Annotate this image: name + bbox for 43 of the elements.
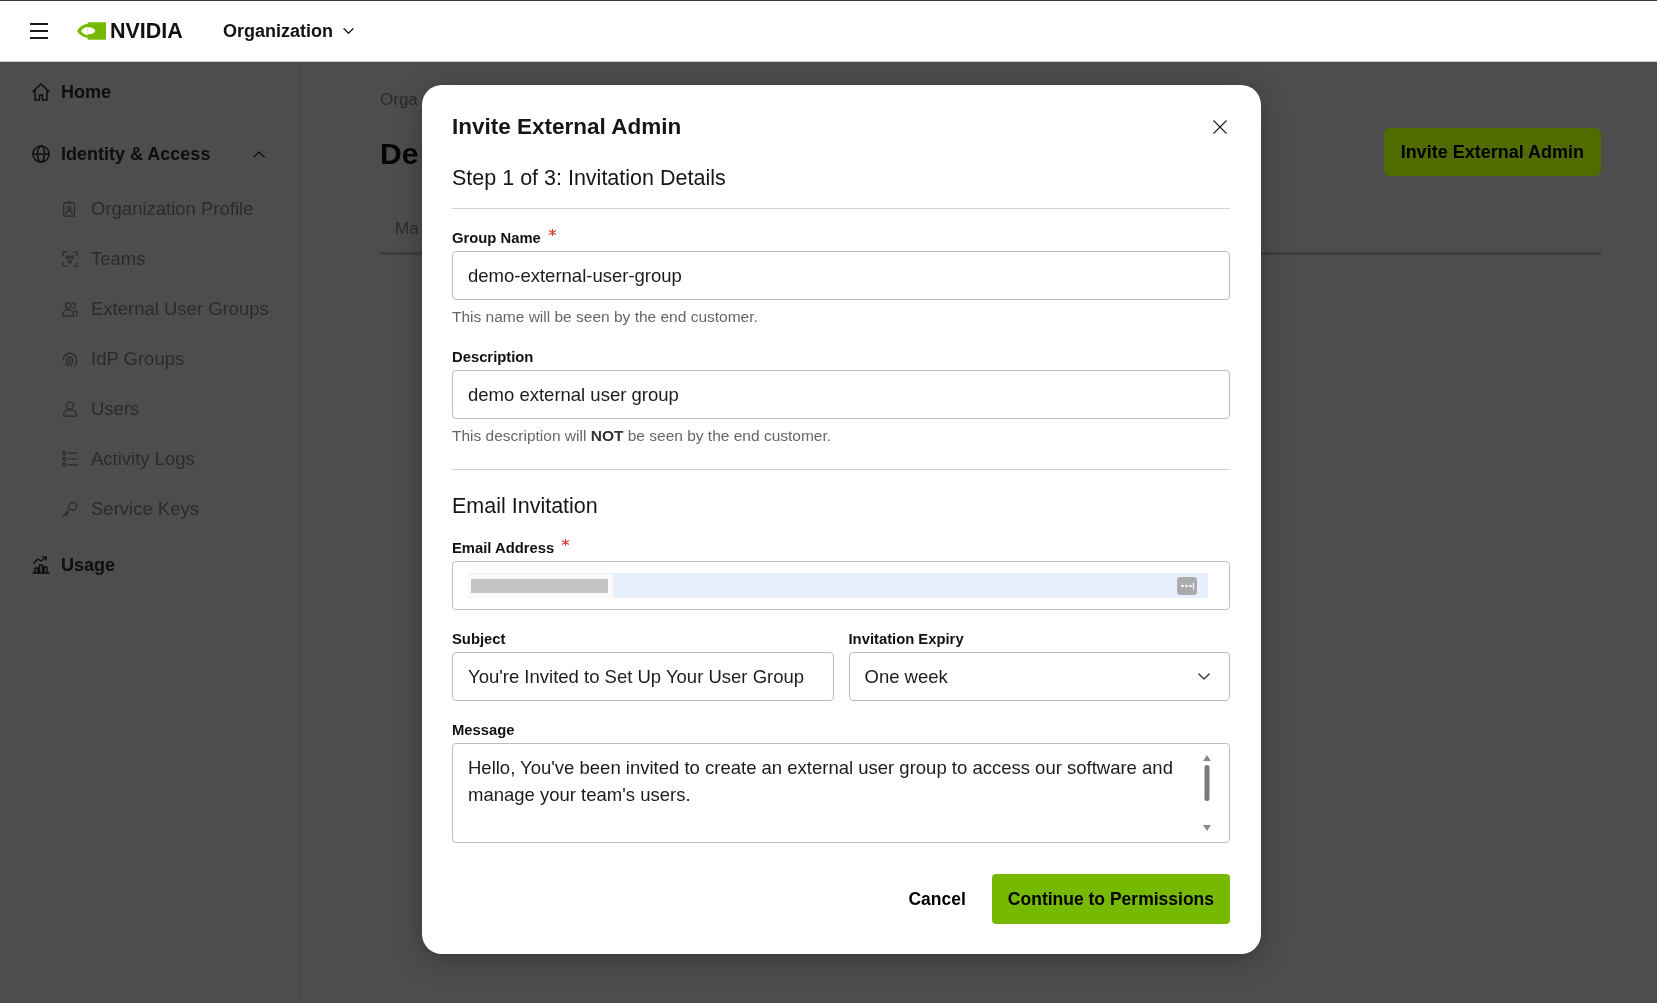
people-scan-icon [62, 251, 78, 267]
section-heading: Email Invitation [452, 493, 598, 519]
sidebar-group-header[interactable]: Identity & Access [32, 132, 265, 176]
help-text: This description will NOT be seen by the end customer. [452, 427, 832, 445]
eye-logo-icon [77, 21, 106, 41]
brand-wordmark: NVIDIA [110, 19, 183, 43]
text-input[interactable]: You're Invited to Set Up Your User Group [452, 652, 834, 701]
field-label: Email Address [452, 539, 555, 557]
chevron-down-icon [1198, 673, 1210, 680]
textarea-field[interactable]: Hello, You've been invited to create an external user group to access our software and manage your team's users. [452, 743, 1230, 843]
continue-button[interactable]: Continue to Permissions [991, 874, 1230, 924]
field-label: Group Name [452, 229, 541, 247]
chevron-down-icon [342, 28, 354, 34]
invite-button[interactable]: Invite External Admin [1383, 128, 1601, 176]
sidebar-item[interactable]: Home [32, 70, 111, 114]
select-field[interactable]: One week [848, 652, 1230, 701]
field-label: Message [452, 721, 515, 739]
dialog-title: Invite External Admin [452, 113, 682, 141]
scrollbar[interactable] [1202, 755, 1212, 831]
menu-icon[interactable] [30, 23, 48, 39]
id-badge-icon [62, 201, 78, 217]
more-dots-icon[interactable] [1177, 576, 1197, 595]
organization-menu[interactable]: Organization [222, 19, 354, 43]
text-input[interactable]: demo-external-user-group [452, 251, 1230, 300]
list-icon [62, 451, 78, 467]
text-input[interactable]: demo external user group [452, 370, 1230, 419]
key-icon [62, 501, 78, 517]
help-text: This name will be seen by the end customer. [452, 308, 758, 326]
page-title: De [380, 136, 419, 172]
cancel-button[interactable]: Cancel [896, 874, 978, 924]
close-icon[interactable] [1213, 120, 1227, 134]
bar-chart-icon [32, 556, 50, 574]
field-label: Subject [452, 630, 506, 648]
step-heading: Step 1 of 3: Invitation Details [452, 165, 726, 191]
field-label: Invitation Expiry [848, 630, 964, 648]
people-icon [62, 301, 78, 317]
person-icon [62, 401, 78, 417]
globe-icon [32, 145, 50, 163]
text-input[interactable] [452, 561, 1230, 610]
field-label: Description [452, 348, 534, 366]
fingerprint-icon [62, 351, 78, 367]
sidebar-item[interactable]: Usage [32, 543, 116, 587]
house-icon [32, 83, 50, 101]
